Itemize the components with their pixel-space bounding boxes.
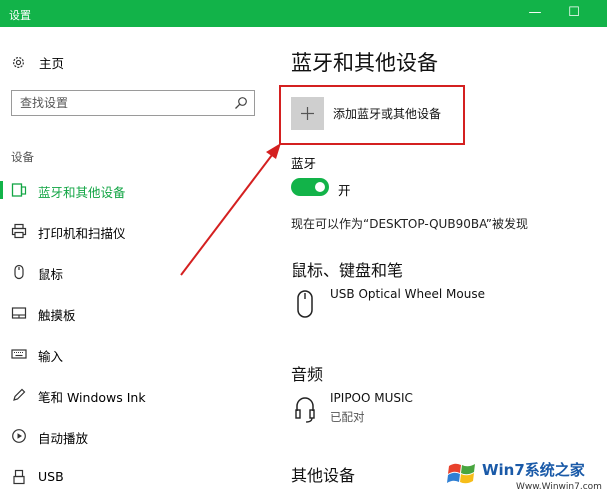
device-name: USB Optical Wheel Mouse [330, 287, 485, 301]
sidebar-item-pen[interactable]: 笔和 Windows Ink [0, 380, 272, 410]
item-indicator [0, 304, 3, 322]
search-box[interactable] [11, 90, 255, 116]
sidebar-item-label: 打印机和扫描仪 [38, 226, 126, 241]
sidebar: 主页 设备 蓝牙和其他设备 打印机和扫描仪 鼠标 [0, 27, 272, 500]
sidebar-item-touchpad[interactable]: 触摸板 [0, 298, 272, 328]
sidebar-item-autoplay[interactable]: 自动播放 [0, 421, 272, 451]
maximize-button[interactable]: ☐ [563, 3, 585, 23]
sidebar-item-label: 鼠标 [38, 267, 64, 282]
touchpad-icon [11, 307, 27, 319]
device-usb-mouse[interactable]: USB Optical Wheel Mouse [291, 287, 591, 327]
window-title: 设置 [9, 9, 31, 22]
item-indicator [0, 386, 3, 404]
group-title-mouse-keyboard-pen: 鼠标、键盘和笔 [291, 261, 404, 280]
group-title-other-devices: 其他设备 [291, 466, 356, 485]
watermark-url: Www.Winwin7.com [516, 482, 602, 492]
sidebar-home-label: 主页 [39, 55, 65, 71]
item-indicator [0, 427, 3, 445]
autoplay-icon [12, 429, 26, 443]
mouse-icon [297, 290, 313, 318]
sidebar-item-label: 蓝牙和其他设备 [38, 185, 126, 200]
printer-icon [11, 223, 27, 239]
gear-icon [13, 56, 24, 68]
keyboard-icon [11, 349, 27, 359]
sidebar-item-usb[interactable]: USB [0, 462, 272, 492]
device-name: IPIPOO MUSIC [330, 391, 413, 405]
windows-logo-icon [447, 463, 475, 484]
headphones-icon [295, 397, 315, 423]
sidebar-item-label: 输入 [38, 349, 64, 364]
search-input[interactable] [12, 91, 227, 115]
main-content: 蓝牙和其他设备 添加蓝牙或其他设备 蓝牙 开 现在可以作为“DESKTOP-QU… [272, 27, 607, 500]
watermark: Win7系统之家 Www.Winwin7.com [444, 453, 604, 498]
bluetooth-label: 蓝牙 [291, 156, 317, 171]
device-ipipoo-music[interactable]: IPIPOO MUSIC 已配对 [291, 391, 591, 431]
search-icon[interactable] [234, 96, 248, 110]
active-indicator [0, 181, 3, 199]
item-indicator [0, 222, 3, 240]
sidebar-item-label: 触摸板 [38, 308, 76, 323]
sidebar-home[interactable]: 主页 [11, 52, 64, 72]
sidebar-item-label: 笔和 Windows Ink [38, 390, 146, 405]
title-bar: 设置 — ☐ [0, 0, 607, 27]
bluetooth-toggle[interactable] [291, 178, 329, 196]
page-title: 蓝牙和其他设备 [291, 51, 438, 75]
item-indicator [0, 468, 3, 486]
bluetooth-devices-icon [11, 183, 27, 197]
usb-icon [13, 469, 25, 485]
bluetooth-state-label: 开 [338, 183, 351, 198]
pen-icon [13, 388, 26, 401]
sidebar-item-label: 自动播放 [38, 431, 89, 446]
sidebar-item-typing[interactable]: 输入 [0, 339, 272, 369]
plus-icon [291, 96, 324, 130]
sidebar-item-label: USB [38, 469, 64, 484]
sidebar-item-printers[interactable]: 打印机和扫描仪 [0, 216, 272, 246]
section-label-devices: 设备 [11, 150, 34, 164]
group-title-audio: 音频 [291, 365, 324, 384]
mouse-icon [14, 264, 24, 280]
minimize-button[interactable]: — [524, 3, 546, 23]
sidebar-item-mouse[interactable]: 鼠标 [0, 257, 272, 287]
item-indicator [0, 345, 3, 363]
watermark-brand: Win7系统之家 [482, 461, 585, 479]
add-device-button[interactable]: 添加蓝牙或其他设备 [291, 93, 461, 133]
device-status: 已配对 [330, 410, 365, 424]
item-indicator [0, 263, 3, 281]
sidebar-item-bluetooth[interactable]: 蓝牙和其他设备 [0, 175, 272, 205]
toggle-knob [315, 182, 325, 192]
add-device-label: 添加蓝牙或其他设备 [333, 106, 442, 121]
discoverable-text: 现在可以作为“DESKTOP-QUB90BA”被发现 [291, 217, 529, 231]
